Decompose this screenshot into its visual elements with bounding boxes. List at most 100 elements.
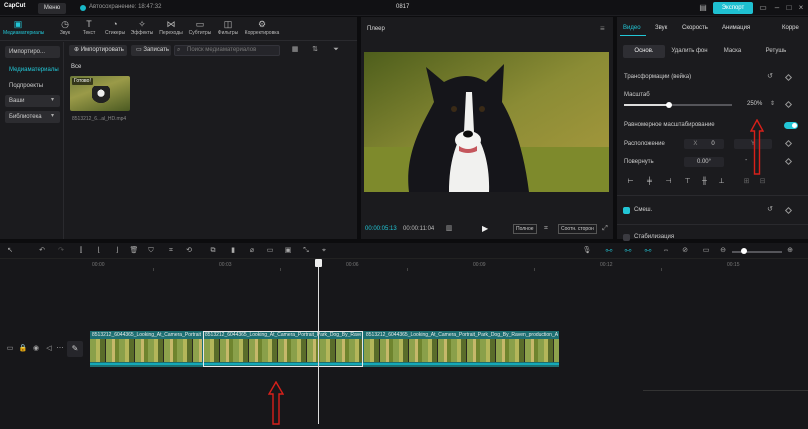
align-top-icon[interactable]: ⊤ [683,177,692,186]
menu-icon[interactable]: ≡ [600,24,605,33]
zoom-slider-knob[interactable] [741,248,747,254]
stabilize-checkbox[interactable] [623,234,630,241]
crop-icon[interactable]: ⌗ [166,246,176,256]
freeze-icon[interactable]: ▮ [228,246,238,256]
reset-icon[interactable]: ↺ [765,72,775,82]
clip-thumbnails[interactable] [364,339,559,362]
speed-icon[interactable]: ⌀ [247,246,257,256]
shortcut-icon[interactable]: ▤ [698,3,708,13]
tool-adjust[interactable]: ⚙ Корректировка [243,18,281,40]
tool-captions[interactable]: ▭ Субтитры [185,18,215,40]
side-item-import[interactable]: Импортиро... [5,46,60,58]
more-icon[interactable]: ⋯ [55,344,65,354]
filter-icon[interactable]: ⏷ [331,45,341,55]
split-left-icon[interactable]: ⌊ [94,246,104,256]
selected-clip-outline[interactable] [203,331,363,367]
split-right-icon[interactable]: ⌋ [112,246,122,256]
tab-correction[interactable]: Корре [782,25,799,31]
resize-icon[interactable]: ⤡ [301,246,311,256]
adjust-icon: ⚙ [257,19,267,29]
align-bottom-icon[interactable]: ⊥ [717,177,726,186]
auto-reframe-icon[interactable]: ⌖ [319,246,329,256]
subtab-remove-bg[interactable]: Удалить фон [667,45,712,58]
microphone-icon[interactable]: 🎙 [582,246,592,256]
side-item-subprojects[interactable]: Подпроекты [5,80,60,92]
search-input[interactable]: Поиск медиаматериалов [174,45,280,56]
redo-icon[interactable]: ↷ [56,246,66,256]
shield-icon[interactable]: ⛉ [146,246,156,256]
screen-icon[interactable]: ▭ [701,246,711,256]
magnet-icon[interactable]: ⧟ [623,246,633,256]
lock-icon[interactable]: 🔒 [18,344,28,354]
tab-speed[interactable]: Скорость [682,25,708,31]
maximize-icon[interactable]: □ [784,3,794,13]
menu-button[interactable]: Меню [38,3,66,14]
unlink-icon[interactable]: ⊘ [680,246,690,256]
ruler-tick [407,268,408,271]
scale-value[interactable]: 250% [747,101,762,107]
video-preview[interactable] [364,52,609,192]
tool-transitions[interactable]: ⋈ Переходы [156,18,186,40]
layout-icon[interactable]: ▭ [758,3,768,13]
sort-icon[interactable]: ⇅ [310,45,320,55]
grid-view-icon[interactable]: ▦ [290,45,300,55]
side-item-media[interactable]: Медиаматериалы [5,64,60,76]
tab-audio[interactable]: Звук [655,25,667,31]
cover-edit-icon[interactable]: ✎ [67,341,83,357]
rotate-field[interactable]: 0.00° [684,157,724,167]
zoom-in-icon[interactable]: ⊕ [785,246,795,256]
tool-filters[interactable]: ◫ Фильтры [213,18,243,40]
uniform-scale-toggle[interactable] [784,122,798,129]
blend-checkbox[interactable] [623,207,630,214]
align-center-h-icon[interactable]: ╪ [645,177,654,186]
zoom-out-icon[interactable]: ⊖ [718,246,728,256]
playhead-handle[interactable] [315,259,322,267]
undo-icon[interactable]: ↶ [37,246,47,256]
full-quality-button[interactable]: Полное [513,224,537,234]
playhead[interactable] [318,260,319,424]
split-icon[interactable]: ⫿ [76,246,86,256]
position-x-field[interactable]: X0 [684,139,724,149]
audio-detach-icon[interactable]: ▭ [265,246,275,256]
align-right-icon[interactable]: ⊣ [664,177,673,186]
cursor-icon[interactable]: ↖ [5,246,15,256]
tool-effects[interactable]: ✧ Эффекты [127,18,157,40]
align-center-v-icon[interactable]: ╫ [700,177,709,186]
section-label: Все [71,64,82,70]
distribute-v-icon[interactable]: ⊟ [758,177,767,186]
export-button[interactable]: Экспорт [713,2,753,14]
reverse-icon[interactable]: ⟲ [184,246,194,256]
stepper-icon[interactable]: ⇕ [770,100,775,107]
crop-icon[interactable]: ⌗ [541,224,551,234]
media-thumbnail[interactable]: Готово! [70,76,130,111]
fullscreen-icon[interactable]: ⤢ [600,224,610,234]
align-left-icon[interactable]: ⊢ [626,177,635,186]
subtab-mask[interactable]: Маска [715,45,750,58]
close-icon[interactable]: × [796,3,806,13]
reset-icon[interactable]: ↺ [765,205,775,215]
subtab-basic[interactable]: Основ. [623,45,665,58]
volume-icon[interactable]: ◁ [44,344,54,354]
image-icon[interactable]: ▣ [283,246,293,256]
zoom-slider[interactable] [732,251,782,253]
delete-icon[interactable]: 🗑 [129,246,139,256]
mirror-icon[interactable]: ⧉ [208,246,218,256]
link-icon[interactable]: ⧟ [643,246,653,256]
tab-animation[interactable]: Анимация [722,25,750,31]
preview-axis-icon[interactable]: ⇔ [661,246,671,256]
tool-media[interactable]: ▣ Медиаматериалы [3,18,44,40]
import-button[interactable]: ⊕ Импортировать [69,45,127,56]
minimize-icon[interactable]: – [772,3,782,13]
tab-video[interactable]: Видео [623,25,641,31]
aspect-ratio-button[interactable]: Соотн. сторон [558,224,597,234]
subtab-retouch[interactable]: Ретушь [757,45,795,58]
clip-thumbnails[interactable] [90,339,202,362]
eye-icon[interactable]: ◉ [31,344,41,354]
play-icon[interactable]: ▶ [482,224,492,234]
timeline-grid-icon[interactable]: ▥ [444,224,454,234]
link-main-track-icon[interactable]: ⧟ [604,246,614,256]
tool-stickers[interactable]: ◔ Стикеры [100,18,130,40]
distribute-h-icon[interactable]: ⊞ [742,177,751,186]
track-frame-icon[interactable]: ▭ [5,344,15,354]
record-button[interactable]: ▭ Записать [131,45,171,56]
